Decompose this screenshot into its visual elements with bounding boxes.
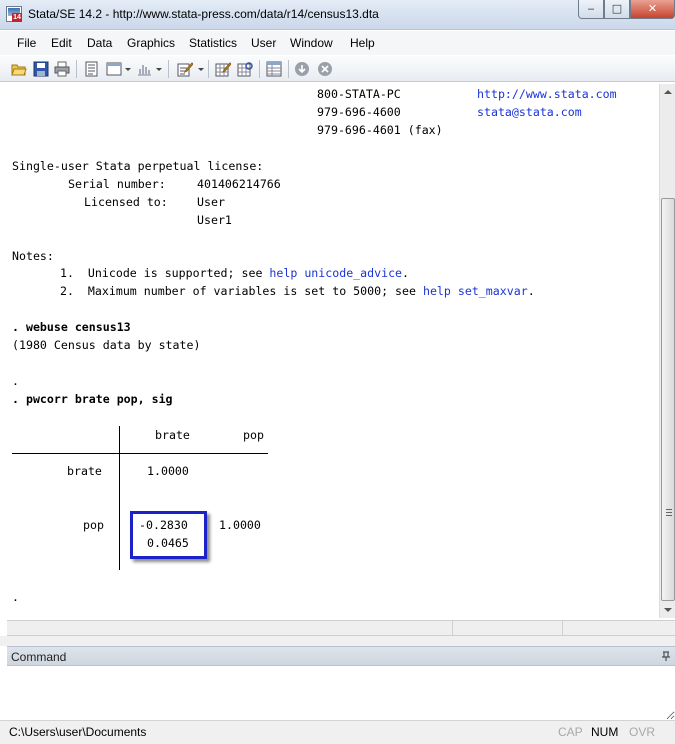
note-2: 2. Maximum number of variables is set to… bbox=[60, 284, 535, 298]
unicode-advice-link[interactable]: unicode_advice bbox=[304, 266, 402, 280]
graph-icon[interactable] bbox=[136, 61, 152, 77]
command-window-title: Command bbox=[11, 650, 67, 664]
menu-bar: File Edit Data Graphics Statistics User … bbox=[0, 31, 675, 55]
command-echo-webuse: . webuse census13 bbox=[12, 320, 131, 334]
help-link[interactable]: help bbox=[269, 266, 297, 280]
command-input[interactable] bbox=[7, 666, 675, 720]
scroll-down-arrow[interactable] bbox=[664, 608, 672, 612]
highlight-box bbox=[130, 511, 207, 559]
phone-tollfree: 800-STATA-PC bbox=[317, 87, 401, 101]
stata-app-icon[interactable]: 14 bbox=[6, 6, 22, 22]
menu-edit[interactable]: Edit bbox=[51, 36, 72, 50]
notes-heading: Notes: bbox=[12, 249, 54, 263]
save-icon[interactable] bbox=[33, 61, 49, 77]
note-1: 1. Unicode is supported; see help unicod… bbox=[60, 266, 409, 280]
do-file-dropdown-arrow[interactable] bbox=[198, 68, 204, 71]
data-browser-icon[interactable] bbox=[237, 61, 253, 77]
maximize-button[interactable]: □ bbox=[604, 0, 630, 19]
results-window[interactable]: 800-STATA-PChttp://www.stata.com​ 979-69… bbox=[7, 84, 659, 618]
note-1-text: 1. Unicode is supported; see bbox=[60, 266, 270, 280]
graph-dropdown-arrow[interactable] bbox=[156, 68, 162, 71]
row-label-brate: brate bbox=[67, 464, 102, 478]
menu-help[interactable]: Help bbox=[350, 36, 375, 50]
table-vertical-rule bbox=[119, 426, 120, 570]
toolbar-separator bbox=[259, 60, 260, 78]
menu-statistics[interactable]: Statistics bbox=[189, 36, 237, 50]
serial-label: Serial number: bbox=[68, 177, 166, 191]
toolbar-separator bbox=[168, 60, 169, 78]
empty-prompt: . bbox=[12, 374, 19, 388]
do-file-editor-icon[interactable] bbox=[177, 61, 193, 77]
scroll-up-arrow[interactable] bbox=[664, 90, 672, 94]
num-indicator: NUM bbox=[591, 725, 619, 739]
results-scrollbar[interactable] bbox=[659, 84, 675, 618]
pin-icon[interactable] bbox=[662, 651, 670, 661]
ovr-indicator: OVR bbox=[629, 725, 656, 739]
toolbar-separator bbox=[208, 60, 209, 78]
log-icon[interactable] bbox=[83, 61, 99, 77]
cap-indicator: CAP bbox=[558, 725, 583, 739]
more-icon[interactable] bbox=[294, 61, 310, 77]
cell-pop-pop: 1.0000 bbox=[219, 518, 261, 532]
results-horizontal-strip[interactable] bbox=[7, 620, 675, 636]
pane-splitter[interactable] bbox=[0, 636, 675, 646]
menu-file[interactable]: File bbox=[17, 36, 36, 50]
open-icon[interactable] bbox=[11, 61, 27, 77]
cell-brate-brate: 1.0000 bbox=[147, 464, 189, 478]
viewer-icon[interactable] bbox=[106, 61, 122, 77]
toolbar bbox=[0, 56, 675, 82]
menu-data[interactable]: Data bbox=[87, 36, 112, 50]
set-maxvar-link[interactable]: set_maxvar bbox=[458, 284, 528, 298]
row-label-pop: pop bbox=[83, 518, 104, 532]
command-window-header: Command bbox=[7, 646, 675, 666]
version-badge: 14 bbox=[12, 13, 22, 22]
serial-value: 401406214766 bbox=[197, 177, 281, 191]
webuse-output: (1980 Census data by state) bbox=[12, 338, 201, 352]
license-heading: Single-user Stata perpetual license: bbox=[12, 159, 264, 173]
help-link[interactable]: help bbox=[423, 284, 451, 298]
status-bar: C:\Users\user\Documents CAP NUM OVR bbox=[0, 720, 675, 744]
table-horizontal-rule bbox=[12, 453, 268, 454]
variables-manager-icon[interactable] bbox=[266, 61, 282, 77]
data-editor-icon[interactable] bbox=[215, 61, 231, 77]
col-header-pop: pop bbox=[243, 428, 264, 442]
note-2-text: 2. Maximum number of variables is set to… bbox=[60, 284, 423, 298]
command-echo-pwcorr: . pwcorr brate pop, sig bbox=[12, 392, 173, 406]
fax: 979-696-4601 (fax) bbox=[317, 123, 443, 137]
licensed-value-2: User1 bbox=[197, 213, 232, 227]
stata-url-link[interactable]: http://www.stata.com bbox=[477, 87, 617, 101]
break-icon[interactable] bbox=[317, 61, 333, 77]
note-1-end: . bbox=[402, 266, 410, 280]
empty-prompt: . bbox=[12, 590, 19, 604]
grip-icon bbox=[666, 509, 672, 516]
viewer-dropdown-arrow[interactable] bbox=[125, 68, 131, 71]
window-title: Stata/SE 14.2 - http://www.stata-press.c… bbox=[28, 7, 379, 21]
note-2-end: . bbox=[527, 284, 535, 298]
toolbar-separator bbox=[76, 60, 77, 78]
stata-email-link[interactable]: stata@stata.com bbox=[477, 105, 582, 119]
col-header-brate: brate bbox=[155, 428, 190, 442]
working-directory: C:\Users\user\Documents bbox=[9, 725, 147, 739]
strip-divider bbox=[562, 621, 563, 635]
licensed-value-1: User bbox=[197, 195, 225, 209]
close-button[interactable]: ✕ bbox=[630, 0, 675, 19]
scroll-thumb[interactable] bbox=[661, 198, 675, 601]
print-icon[interactable] bbox=[54, 61, 70, 77]
phone: 979-696-4600 bbox=[317, 105, 401, 119]
menu-graphics[interactable]: Graphics bbox=[127, 36, 175, 50]
menu-user[interactable]: User bbox=[251, 36, 276, 50]
minimize-button[interactable]: ‒ bbox=[578, 0, 604, 19]
title-bar: 14 Stata/SE 14.2 - http://www.stata-pres… bbox=[0, 0, 675, 30]
toolbar-separator bbox=[288, 60, 289, 78]
licensed-label: Licensed to: bbox=[84, 195, 168, 209]
strip-divider bbox=[452, 621, 453, 635]
menu-window[interactable]: Window bbox=[290, 36, 333, 50]
